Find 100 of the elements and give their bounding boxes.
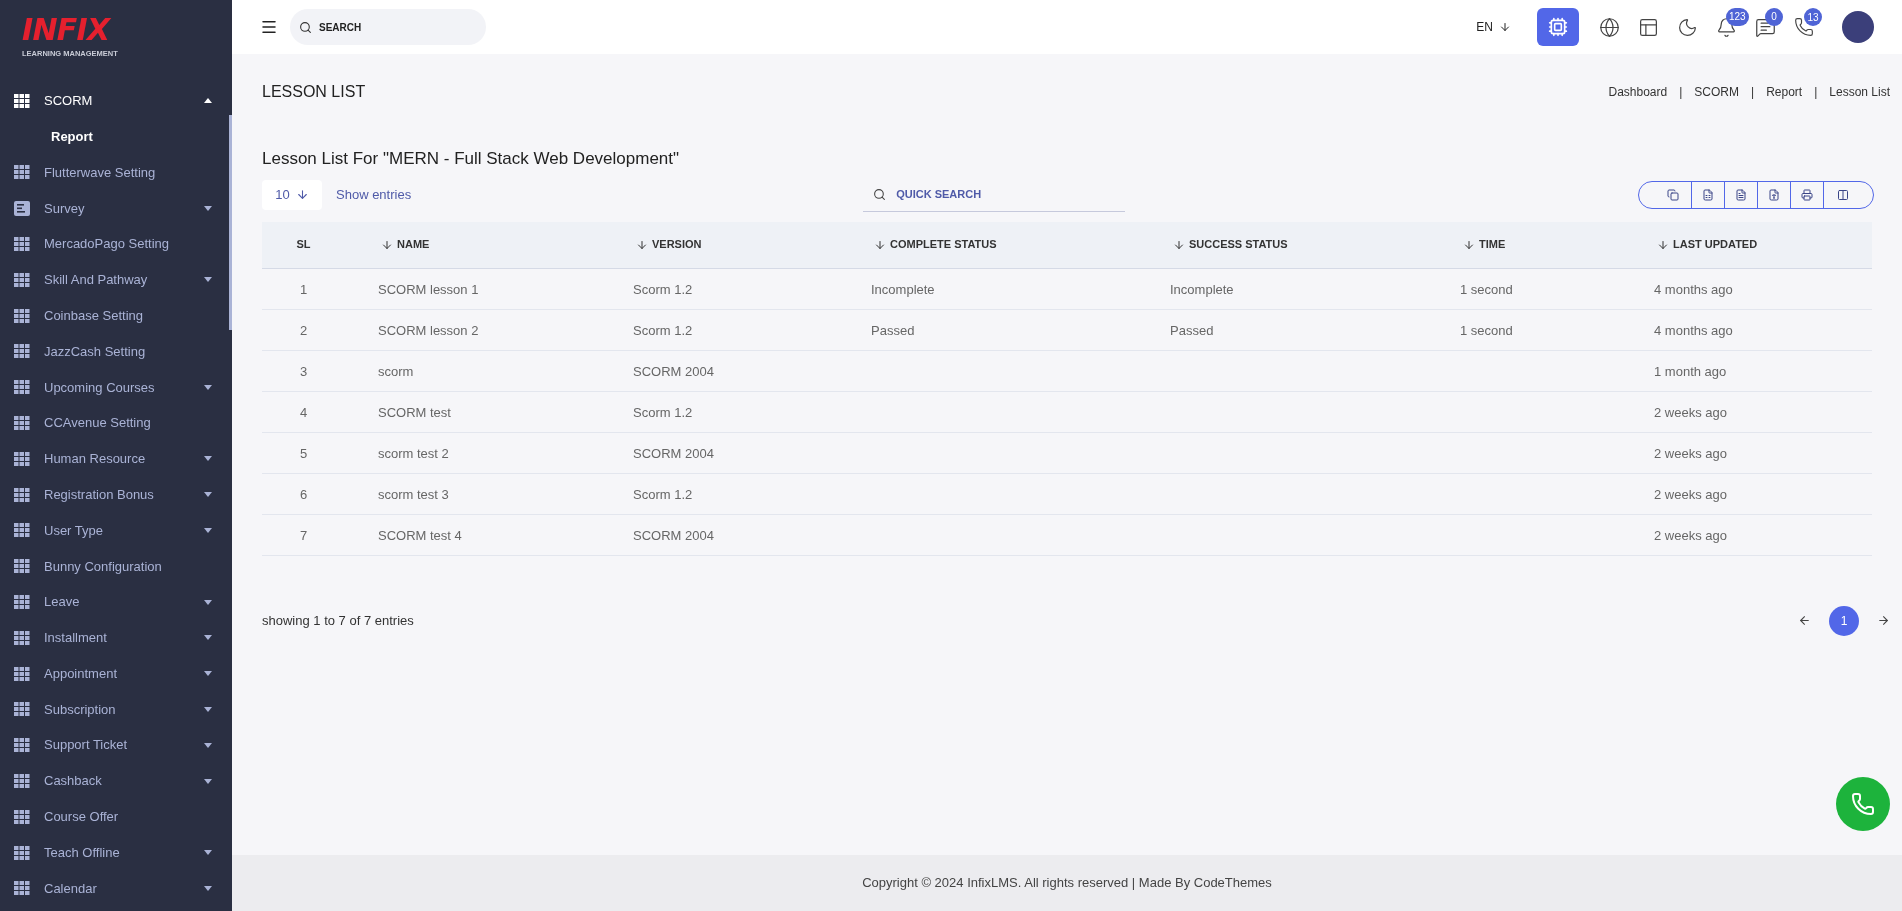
table-cell: 1 month ago — [1654, 363, 1727, 379]
file-icon[interactable] — [1768, 188, 1780, 201]
caret-down-icon — [204, 885, 212, 891]
sidebar-item[interactable]: Appointment — [0, 655, 232, 692]
table-cell: 2 — [299, 322, 308, 338]
arrow-down-icon — [1499, 21, 1511, 33]
next-page-icon[interactable] — [1877, 614, 1890, 627]
grid-icon — [14, 93, 30, 108]
breadcrumb-link[interactable]: Report — [1766, 83, 1803, 101]
sidebar-item[interactable]: Human Resource — [0, 440, 232, 477]
scrollbar[interactable] — [229, 115, 232, 330]
columns-icon[interactable] — [1836, 188, 1849, 201]
sidebar-item[interactable]: Teach Offline — [0, 834, 232, 871]
moon-icon[interactable] — [1677, 16, 1698, 38]
caret-down-icon — [204, 205, 212, 211]
search-field[interactable]: SEARCH — [290, 9, 486, 45]
sidebar-item[interactable]: Bunny Configuration — [0, 548, 232, 585]
grid-icon — [14, 308, 30, 323]
table-cell: 4 months ago — [1654, 322, 1733, 338]
table-cell: SCORM test 4 — [378, 527, 462, 543]
grid-icon — [14, 416, 30, 431]
table-cell: 6 — [299, 486, 308, 502]
sidebar-subitem[interactable]: Report — [0, 118, 232, 155]
table-cell: 2 weeks ago — [1654, 404, 1727, 420]
spreadsheet-icon[interactable] — [1702, 188, 1714, 201]
sidebar-item[interactable]: Installment — [0, 619, 232, 656]
sort-arrow-icon — [1173, 238, 1185, 251]
page-size-select[interactable]: 10 — [262, 179, 322, 210]
grid-icon — [14, 738, 30, 753]
grid-icon — [14, 344, 30, 359]
copy-icon[interactable] — [1667, 188, 1679, 201]
print-icon[interactable] — [1801, 188, 1813, 201]
caret-down-icon — [204, 850, 212, 856]
sidebar-item[interactable]: Course Offer — [0, 798, 232, 835]
sidebar-item[interactable]: Flutterwave Setting — [0, 154, 232, 191]
table-cell: Passed — [1170, 322, 1214, 338]
sort-arrow-icon — [1657, 238, 1669, 251]
sidebar-item[interactable]: Registration Bonus — [0, 476, 232, 513]
sidebar-item[interactable]: Upcoming Courses — [0, 369, 232, 406]
table-cell: SCORM lesson 2 — [378, 322, 479, 338]
ai-button[interactable] — [1537, 8, 1579, 46]
globe-icon[interactable] — [1599, 16, 1620, 38]
count-badge: 123 — [1726, 7, 1749, 26]
column-header[interactable]: SUCCESS STATUS — [1167, 236, 1457, 253]
quick-search-field[interactable]: QUICK SEARCH — [863, 177, 1126, 212]
document-icon[interactable] — [1735, 188, 1747, 201]
copyright-text: Copyright © 2024 InfixLMS. All rights reserved | Made By CodeThemes — [862, 874, 1272, 893]
sidebar-item[interactable]: Leave — [0, 584, 232, 620]
breadcrumb-link[interactable]: SCORM — [1694, 83, 1739, 101]
phone-icon — [1851, 792, 1875, 816]
caret-down-icon — [204, 599, 212, 605]
column-header[interactable]: VERSION — [630, 236, 868, 253]
arrow-down-icon — [295, 188, 309, 201]
sidebar-item[interactable]: JazzCash Setting — [0, 333, 232, 370]
table-cell: 2 weeks ago — [1654, 527, 1727, 543]
table-cell: SCORM 2004 — [633, 527, 714, 543]
grid-icon — [14, 666, 30, 681]
sidebar-item[interactable]: SCORM — [0, 83, 232, 119]
sidebar-item[interactable]: CCAvenue Setting — [0, 405, 232, 441]
sidebar-item[interactable]: Subscription — [0, 691, 232, 728]
grid-icon — [14, 595, 30, 610]
column-header[interactable]: TIME — [1457, 236, 1651, 253]
table-cell: 1 — [299, 281, 308, 297]
menu-icon[interactable] — [260, 18, 278, 36]
sidebar-item[interactable]: Coinbase Setting — [0, 297, 232, 334]
sidebar-item[interactable]: Calendar — [0, 870, 232, 907]
whatsapp-button[interactable] — [1836, 777, 1890, 831]
sidebar-item[interactable]: Survey — [0, 190, 232, 227]
avatar[interactable] — [1842, 11, 1874, 43]
table-cell: 2 weeks ago — [1654, 486, 1727, 502]
breadcrumb-link[interactable]: Dashboard — [1608, 83, 1668, 101]
show-entries-label: Show entries — [336, 185, 412, 204]
column-header[interactable]: COMPLETE STATUS — [868, 236, 1167, 253]
layout-icon[interactable] — [1638, 16, 1659, 38]
sidebar-item[interactable]: Skill And Pathway — [0, 262, 232, 298]
sidebar-item[interactable]: Support Ticket — [0, 727, 232, 764]
grid-icon — [14, 809, 30, 824]
caret-down-icon — [204, 635, 212, 641]
previous-page-icon[interactable] — [1798, 614, 1811, 627]
column-header[interactable]: SL — [262, 236, 375, 253]
sort-arrow-icon — [381, 238, 393, 251]
sidebar-item[interactable]: MercadoPago Setting — [0, 226, 232, 262]
sort-arrow-icon — [1463, 238, 1475, 251]
sidebar-item[interactable]: Cashback — [0, 763, 232, 799]
column-header[interactable]: LAST UPDATED — [1651, 236, 1872, 253]
grid-icon — [14, 559, 30, 574]
logo-brand: INFIX — [22, 15, 112, 46]
caret-down-icon — [204, 742, 212, 748]
breadcrumb-link[interactable]: Lesson List — [1829, 83, 1890, 101]
caret-down-icon — [204, 384, 212, 390]
column-header[interactable]: NAME — [375, 236, 630, 253]
sidebar-item[interactable]: User Type — [0, 512, 232, 549]
chip-icon — [1548, 17, 1568, 37]
table-cell: Passed — [871, 322, 915, 338]
table-cell: SCORM lesson 1 — [378, 281, 479, 297]
grid-icon — [14, 237, 30, 252]
table-cell: Scorm 1.2 — [633, 281, 693, 297]
page-button[interactable]: 1 — [1829, 605, 1859, 636]
language-selector[interactable]: EN — [1476, 18, 1511, 36]
table-cell: scorm test 2 — [378, 445, 449, 461]
